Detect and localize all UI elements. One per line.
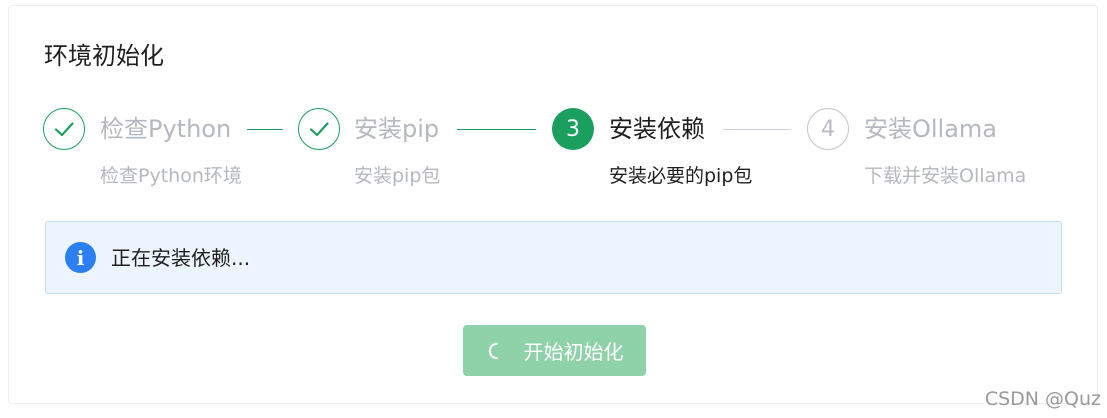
loading-spinner-icon <box>488 342 498 359</box>
start-init-button[interactable]: 开始初始化 <box>463 325 646 376</box>
check-icon <box>298 108 340 150</box>
check-icon <box>43 108 85 150</box>
watermark: CSDN @Quz <box>984 388 1101 410</box>
step-description: 安装pip包 <box>354 165 441 187</box>
alert-message: 正在安装依赖... <box>111 246 251 270</box>
step-title: 安装依赖 <box>609 115 705 143</box>
step-connector <box>247 129 283 130</box>
step-title: 安装Ollama <box>864 115 998 143</box>
step-description: 下载并安装Ollama <box>864 165 1027 187</box>
step-description: 安装必要的pip包 <box>609 165 753 187</box>
step-title: 检查Python <box>100 115 232 143</box>
card-title: 环境初始化 <box>44 42 164 70</box>
step-connector <box>723 129 791 130</box>
start-button-label: 开始初始化 <box>523 340 624 364</box>
step-description: 检查Python环境 <box>100 165 242 187</box>
info-icon: i <box>65 242 96 273</box>
step-connector <box>457 129 536 130</box>
step-number: 3 <box>552 108 594 150</box>
info-alert: i 正在安装依赖... <box>45 221 1062 294</box>
step-number: 4 <box>807 108 849 150</box>
init-card: 环境初始化 检查Python 检查Python环境 安装pip 安装pip包 3… <box>8 5 1098 404</box>
step-title: 安装pip <box>354 115 440 143</box>
